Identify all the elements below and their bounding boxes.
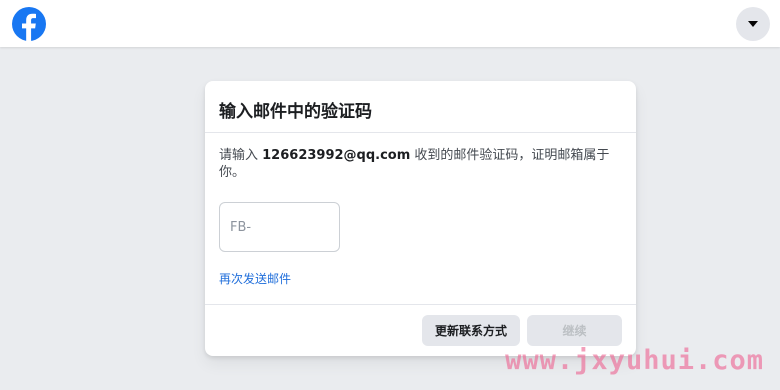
continue-button[interactable]: 继续 bbox=[527, 315, 622, 346]
account-menu-button[interactable] bbox=[736, 7, 770, 41]
update-contact-button[interactable]: 更新联系方式 bbox=[422, 315, 520, 346]
dialog-header: 输入邮件中的验证码 bbox=[205, 81, 636, 133]
watermark-text: www.jxyuhui.com bbox=[505, 345, 764, 376]
top-navigation-bar bbox=[0, 0, 780, 47]
resend-email-link[interactable]: 再次发送邮件 bbox=[219, 270, 291, 287]
instruction-prefix: 请输入 bbox=[219, 148, 263, 163]
dialog-body: 请输入 126623992@qq.com 收到的邮件验证码，证明邮箱属于你。 再… bbox=[205, 133, 636, 287]
caret-down-icon bbox=[748, 21, 758, 27]
email-address: 126623992@qq.com bbox=[262, 148, 411, 163]
facebook-logo-icon[interactable] bbox=[12, 7, 46, 41]
verification-dialog: 输入邮件中的验证码 请输入 126623992@qq.com 收到的邮件验证码，… bbox=[205, 81, 636, 356]
instruction-text: 请输入 126623992@qq.com 收到的邮件验证码，证明邮箱属于你。 bbox=[219, 147, 614, 181]
dialog-title: 输入邮件中的验证码 bbox=[219, 102, 372, 122]
verification-code-input[interactable] bbox=[219, 202, 340, 252]
